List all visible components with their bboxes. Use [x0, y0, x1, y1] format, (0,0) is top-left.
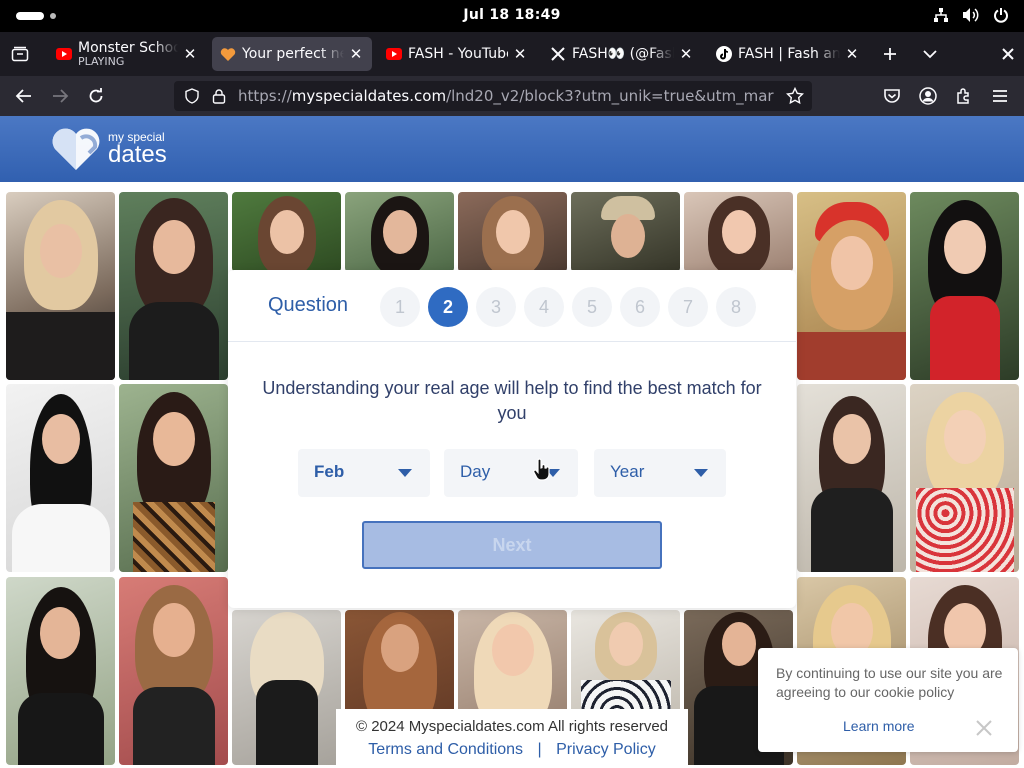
question-stepper: 1 2 3 4 5 6 7 8	[380, 287, 756, 327]
close-tab-icon[interactable]: ✕	[348, 45, 364, 63]
tab-your-perfect-net[interactable]: Your perfect net ✕	[212, 37, 372, 71]
step-indicator-current: 2	[428, 287, 468, 327]
profile-photo	[6, 192, 115, 380]
learn-more-link[interactable]: Learn more	[843, 718, 915, 734]
lock-icon[interactable]	[212, 88, 226, 108]
profile-photo	[6, 384, 115, 572]
close-tab-icon[interactable]: ✕	[512, 45, 528, 63]
year-placeholder: Year	[610, 462, 645, 481]
site-footer: © 2024 Myspecialdates.com All rights res…	[336, 709, 688, 768]
month-value: Feb	[314, 462, 345, 481]
power-icon[interactable]	[992, 6, 1010, 24]
hand-cursor-icon	[533, 458, 550, 481]
logo-heart-icon	[52, 128, 100, 170]
step-indicator: 3	[476, 287, 516, 327]
site-header: my special dates	[0, 116, 1024, 182]
volume-icon[interactable]	[962, 6, 980, 24]
youtube-icon	[386, 46, 402, 62]
back-icon[interactable]	[12, 84, 36, 108]
year-select[interactable]: Year	[594, 449, 726, 497]
profile-photo	[119, 192, 228, 380]
reload-icon[interactable]	[84, 84, 108, 108]
menu-icon[interactable]	[988, 84, 1012, 108]
close-icon[interactable]	[974, 718, 994, 738]
url-text[interactable]: https://myspecialdates.com/lnd20_v2/bloc…	[238, 87, 774, 105]
browser-nav-bar: https://myspecialdates.com/lnd20_v2/bloc…	[0, 76, 1024, 116]
x-icon	[550, 46, 566, 62]
close-tab-icon[interactable]: ✕	[844, 45, 860, 63]
pocket-icon[interactable]	[880, 84, 904, 108]
account-icon[interactable]	[916, 84, 940, 108]
quiz-header: Question 1 2 3 4 5 6 7 8	[228, 270, 796, 342]
os-clock[interactable]: Jul 18 18:49	[0, 7, 1024, 23]
question-text: Understanding your real age will help to…	[262, 378, 762, 423]
step-indicator: 1	[380, 287, 420, 327]
terms-link[interactable]: Terms and Conditions	[368, 741, 523, 758]
copyright-text: © 2024 Myspecialdates.com All rights res…	[355, 718, 669, 735]
quiz-modal: Question 1 2 3 4 5 6 7 8 Understanding y…	[228, 270, 796, 608]
tab-fash-anim[interactable]: FASH | Fash anim ✕	[708, 37, 868, 71]
os-top-bar: Jul 18 18:49	[0, 0, 1024, 32]
forward-icon[interactable]	[48, 84, 72, 108]
footer-links: Terms and Conditions | Privacy Policy	[336, 741, 688, 759]
step-indicator: 7	[668, 287, 708, 327]
step-indicator: 5	[572, 287, 612, 327]
profile-photo	[6, 577, 115, 765]
question-label: Question	[268, 294, 349, 316]
new-tab-icon[interactable]	[878, 42, 902, 66]
profile-photo	[684, 192, 793, 272]
heart-icon	[220, 46, 236, 62]
profile-photo	[797, 384, 906, 572]
caret-down-icon	[398, 469, 412, 477]
tab-fash-x[interactable]: FASH👀 (@Fash ✕	[542, 37, 702, 71]
profile-photo	[232, 192, 341, 272]
tab-fash-youtube[interactable]: FASH - YouTube ✕	[378, 37, 536, 71]
next-button[interactable]: Next	[362, 521, 662, 569]
logo-wordmark: dates	[108, 141, 167, 168]
chevron-down-icon[interactable]	[918, 42, 942, 66]
profile-photo	[119, 577, 228, 765]
browser-tab-strip: Monster School PLAYING ✕ Your perfect ne…	[0, 32, 1024, 76]
network-icon[interactable]	[932, 6, 950, 24]
profile-photo	[571, 192, 680, 272]
extensions-icon[interactable]	[952, 84, 976, 108]
youtube-icon	[56, 46, 72, 62]
step-indicator: 6	[620, 287, 660, 327]
tab-monster-school[interactable]: Monster School PLAYING ✕	[48, 37, 206, 71]
cookie-message: By continuing to use our site you are ag…	[776, 665, 1003, 700]
profile-photo	[797, 192, 906, 380]
profile-photo	[910, 384, 1019, 572]
privacy-link[interactable]: Privacy Policy	[556, 741, 656, 758]
tiktok-icon	[716, 46, 732, 62]
step-indicator: 8	[716, 287, 756, 327]
site-logo[interactable]: my special dates	[50, 126, 167, 172]
close-window-icon[interactable]	[996, 42, 1020, 66]
profile-photo	[119, 384, 228, 572]
footer-separator: |	[537, 741, 542, 758]
tracking-protection-icon[interactable]	[184, 88, 200, 108]
step-indicator: 4	[524, 287, 564, 327]
cookie-notice: By continuing to use our site you are ag…	[758, 648, 1018, 752]
month-select[interactable]: Feb	[298, 449, 430, 497]
bookmark-star-icon[interactable]	[785, 86, 805, 109]
url-bar[interactable]: https://myspecialdates.com/lnd20_v2/bloc…	[174, 81, 812, 111]
profile-photo	[345, 192, 454, 272]
profile-photo	[232, 610, 341, 765]
tab-overview-icon[interactable]	[8, 42, 32, 66]
system-tray[interactable]	[932, 6, 1010, 24]
tab-title: FASH - YouTube	[408, 46, 508, 62]
profile-photo	[910, 192, 1019, 380]
day-select[interactable]: Day	[444, 449, 578, 497]
profile-photo	[458, 192, 567, 272]
caret-down-icon	[694, 469, 708, 477]
close-tab-icon[interactable]: ✕	[678, 45, 694, 63]
close-tab-icon[interactable]: ✕	[182, 45, 198, 63]
day-placeholder: Day	[460, 462, 491, 481]
